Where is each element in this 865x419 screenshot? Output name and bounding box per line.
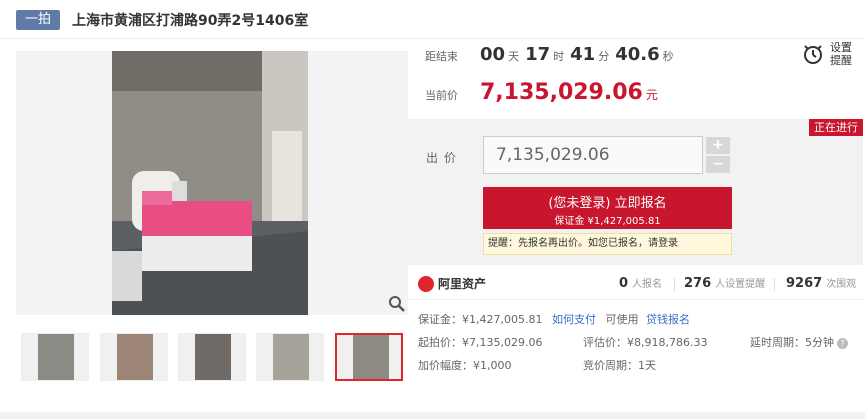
thumbnail-strip	[16, 331, 408, 383]
current-price-value: 7,135,029.06	[480, 80, 643, 105]
view-stat: 9267 次围观	[786, 275, 856, 291]
signup-stat: 0 人报名	[619, 275, 662, 291]
title-bar: 一拍 上海市黄浦区打浦路90弄2号1406室	[16, 9, 308, 31]
bid-increment: 加价幅度：¥1,000	[418, 359, 512, 372]
thumbnail-active[interactable]	[330, 331, 408, 383]
auction-round-tag: 一拍	[16, 10, 61, 30]
set-reminder-button[interactable]: 设置 提醒	[802, 40, 858, 68]
hours-value: 17	[525, 44, 551, 65]
stats-bar: 阿里资产 0 人报名 276 人设置提醒 9267 次围观	[408, 267, 863, 300]
bid-period: 竞价周期：1天	[583, 359, 656, 372]
divider	[674, 278, 675, 291]
room-photo	[112, 51, 308, 315]
minutes-unit: 分	[598, 50, 610, 63]
thumbnail[interactable]	[16, 331, 94, 383]
countdown-label: 距结束	[425, 50, 458, 63]
bid-amount-input[interactable]: 7,135,029.06	[483, 136, 703, 174]
hours-unit: 时	[553, 50, 565, 63]
auction-card: 一拍 上海市黄浦区打浦路90弄2号1406室 距结束 00 天 17 时 41 …	[0, 0, 865, 412]
current-price-label: 当前价	[425, 89, 458, 102]
reminder-line2: 提醒	[830, 54, 852, 67]
current-price-unit: 元	[645, 88, 658, 102]
tip-message: 提醒：先报名再出价。如您已报名，请登录	[483, 233, 732, 255]
increase-bid-button[interactable]: +	[706, 137, 730, 154]
ali-logo-icon	[418, 275, 434, 292]
usable-text: 可使用	[605, 313, 639, 326]
delay-text: 延时周期：5分钟	[750, 336, 834, 349]
reminder-count: 276	[684, 276, 712, 291]
view-count: 9267	[786, 276, 823, 291]
divider	[0, 38, 865, 39]
reminder-line1: 设置	[830, 41, 852, 54]
deposit-row: 保证金：¥1,427,005.81 如何支付 可使用 贷钱报名	[418, 311, 690, 327]
thumbnail[interactable]	[173, 331, 251, 383]
decrease-bid-button[interactable]: −	[706, 156, 730, 173]
divider	[774, 278, 775, 291]
main-photo[interactable]	[16, 51, 408, 315]
delay-period: 延时周期：5分钟?	[750, 334, 848, 350]
ali-assets-logo[interactable]: 阿里资产	[418, 275, 486, 292]
bid-panel: 正在进行 出价 7,135,029.06 + − (您未登录) 立即报名 保证金…	[408, 119, 863, 265]
signup-button-label: (您未登录) 立即报名	[548, 196, 667, 211]
page-title: 上海市黄浦区打浦路90弄2号1406室	[72, 13, 309, 29]
estimate-price: 评估价：¥8,918,786.33	[583, 336, 708, 349]
status-badge: 正在进行	[809, 119, 863, 136]
bid-label: 出价	[426, 151, 463, 165]
alarm-clock-icon	[804, 45, 822, 64]
signup-button[interactable]: (您未登录) 立即报名 保证金 ¥1,427,005.81	[483, 187, 732, 229]
zoom-icon[interactable]	[388, 295, 406, 313]
minutes-value: 41	[570, 44, 596, 65]
signup-count: 0	[619, 276, 629, 291]
seconds-unit: 秒	[662, 50, 674, 63]
reminder-unit: 人设置提醒	[715, 279, 766, 290]
days-unit: 天	[508, 50, 520, 63]
thumbnail[interactable]	[251, 331, 329, 383]
countdown: 距结束 00 天 17 时 41 分 40.6 秒	[425, 44, 680, 65]
current-price: 当前价 7,135,029.06 元	[425, 80, 658, 105]
signup-unit: 人报名	[632, 279, 663, 290]
days-value: 00	[480, 44, 506, 65]
how-to-pay-link[interactable]: 如何支付	[552, 313, 596, 326]
signup-deposit: 保证金 ¥1,427,005.81	[554, 216, 661, 227]
brand-name: 阿里资产	[438, 277, 487, 291]
thumbnail[interactable]	[94, 331, 172, 383]
seconds-value: 40.6	[615, 44, 660, 65]
view-unit: 次围观	[826, 279, 857, 290]
loan-signup-link[interactable]: 贷钱报名	[646, 313, 690, 326]
reminder-stat: 276 人设置提醒	[684, 275, 765, 291]
deposit-text: 保证金：¥1,427,005.81	[418, 313, 543, 326]
help-icon[interactable]: ?	[837, 337, 848, 349]
start-price: 起拍价：¥7,135,029.06	[418, 336, 543, 349]
